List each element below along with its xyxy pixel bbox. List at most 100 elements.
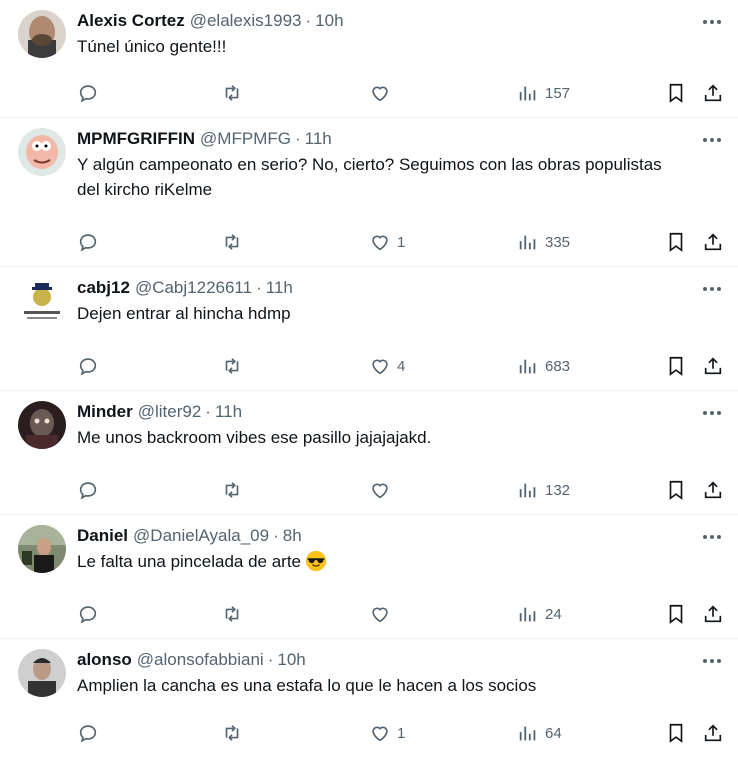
tweet[interactable]: Minder @liter92 · 11h Me unos backroom vibe… xyxy=(0,391,738,515)
bookmark-button[interactable] xyxy=(665,354,687,378)
retweet-icon xyxy=(225,725,239,741)
display-name[interactable]: alonso xyxy=(77,650,132,669)
share-button[interactable] xyxy=(702,81,724,105)
tweet[interactable]: cabj12 @Cabj1226611 · 11h Dejen entrar al h… xyxy=(0,267,738,391)
bookmark-icon xyxy=(669,232,683,252)
tweet-text: Dejen entrar al hincha hdmp xyxy=(77,304,291,323)
reply-button[interactable] xyxy=(77,478,99,502)
user-handle[interactable]: @MFPMFG xyxy=(200,129,291,148)
avatar[interactable] xyxy=(18,128,66,176)
views-icon xyxy=(519,726,536,741)
share-button[interactable] xyxy=(702,602,724,626)
tweet-text: Me unos backroom vibes ese pasillo jajaj… xyxy=(77,428,432,447)
views-icon xyxy=(519,235,536,250)
display-name[interactable]: Alexis Cortez xyxy=(77,11,185,30)
avatar[interactable] xyxy=(18,649,66,697)
retweet-button[interactable] xyxy=(221,478,243,502)
like-button[interactable] xyxy=(369,602,397,626)
reply-icon xyxy=(79,606,97,624)
display-name[interactable]: Daniel xyxy=(77,526,128,545)
like-button[interactable]: 4 xyxy=(369,354,405,378)
separator-dot: · xyxy=(273,526,279,545)
user-handle[interactable]: @Cabj1226611 xyxy=(135,278,252,297)
separator-dot: · xyxy=(305,11,312,30)
retweet-button[interactable] xyxy=(221,721,243,745)
timestamp[interactable]: 8h xyxy=(283,526,302,545)
reply-button[interactable] xyxy=(77,230,99,254)
bookmark-button[interactable] xyxy=(665,721,687,745)
reply-button[interactable] xyxy=(77,721,99,745)
tweet[interactable]: alonso @alonsofabbiani · 10h Amplien la can… xyxy=(0,639,738,757)
tweet-text: Amplien la cancha es una estafa lo que l… xyxy=(77,676,537,695)
more-options-icon[interactable] xyxy=(700,651,724,671)
reply-button[interactable] xyxy=(77,602,99,626)
tweet-text: Túnel único gente!!! xyxy=(77,37,227,56)
tweet-text: Y algún campeonato en serio? No, cierto?… xyxy=(77,155,662,199)
views-count: 132 xyxy=(545,481,571,499)
more-options-icon[interactable] xyxy=(700,403,724,423)
more-options-icon[interactable] xyxy=(700,12,724,32)
display-name[interactable]: MPMFGRIFFIN xyxy=(77,129,195,148)
views-count: 157 xyxy=(545,84,571,102)
timestamp[interactable]: 11h xyxy=(215,402,242,421)
views-count: 335 xyxy=(545,233,571,251)
retweet-icon xyxy=(225,358,239,374)
avatar[interactable] xyxy=(18,277,66,325)
display-name[interactable]: cabj12 xyxy=(77,278,130,297)
like-button[interactable] xyxy=(369,81,397,105)
views-button[interactable]: 24 xyxy=(517,602,562,626)
separator-dot: · xyxy=(267,650,274,669)
more-options-icon[interactable] xyxy=(700,279,724,299)
bookmark-icon xyxy=(669,83,683,103)
share-button[interactable] xyxy=(702,478,724,502)
avatar[interactable] xyxy=(18,525,66,573)
timestamp[interactable]: 10h xyxy=(277,650,305,669)
bookmark-button[interactable] xyxy=(665,478,687,502)
share-button[interactable] xyxy=(702,354,724,378)
user-handle[interactable]: @alonsofabbiani xyxy=(137,650,264,669)
user-handle[interactable]: @liter92 xyxy=(138,402,202,421)
like-count: 1 xyxy=(397,724,406,742)
bookmark-button[interactable] xyxy=(665,602,687,626)
share-button[interactable] xyxy=(702,230,724,254)
tweet[interactable]: Alexis Cortez @elalexis1993 · 10h Túnel úni… xyxy=(0,0,738,118)
timestamp[interactable]: 11h xyxy=(305,129,332,148)
share-icon xyxy=(704,233,722,251)
like-button[interactable] xyxy=(369,478,397,502)
share-icon xyxy=(704,84,722,102)
reply-button[interactable] xyxy=(77,354,99,378)
tweet[interactable]: Daniel @DanielAyala_09 · 8h Le falta una pi… xyxy=(0,515,738,639)
avatar[interactable] xyxy=(18,401,66,449)
reply-button[interactable] xyxy=(77,81,99,105)
share-button[interactable] xyxy=(702,721,724,745)
views-button[interactable]: 132 xyxy=(517,478,570,502)
views-button[interactable]: 64 xyxy=(517,721,562,745)
reply-icon xyxy=(79,358,97,376)
user-handle[interactable]: @elalexis1993 xyxy=(190,11,302,30)
reply-icon xyxy=(79,725,97,743)
views-button[interactable]: 335 xyxy=(517,230,570,254)
retweet-button[interactable] xyxy=(221,230,243,254)
more-options-icon[interactable] xyxy=(700,130,724,150)
user-handle[interactable]: @DanielAyala_09 xyxy=(133,526,269,545)
more-options-icon[interactable] xyxy=(700,527,724,547)
retweet-button[interactable] xyxy=(221,81,243,105)
views-button[interactable]: 157 xyxy=(517,81,570,105)
retweet-button[interactable] xyxy=(221,602,243,626)
heart-icon xyxy=(372,726,388,742)
heart-icon xyxy=(372,359,388,375)
retweet-button[interactable] xyxy=(221,354,243,378)
views-button[interactable]: 683 xyxy=(517,354,570,378)
tweet[interactable]: MPMFGRIFFIN @MFPMFG · 11h Y algún campeonat… xyxy=(0,118,738,267)
action-bar: 1 335 xyxy=(77,230,727,254)
like-count: 1 xyxy=(397,233,406,251)
bookmark-button[interactable] xyxy=(665,81,687,105)
timestamp[interactable]: 10h xyxy=(315,11,343,30)
timestamp[interactable]: 11h xyxy=(266,278,293,297)
like-button[interactable]: 1 xyxy=(369,230,405,254)
bookmark-button[interactable] xyxy=(665,230,687,254)
like-button[interactable]: 1 xyxy=(369,721,405,745)
display-name[interactable]: Minder xyxy=(77,402,133,421)
like-count: 4 xyxy=(397,357,406,375)
avatar[interactable] xyxy=(18,10,66,58)
